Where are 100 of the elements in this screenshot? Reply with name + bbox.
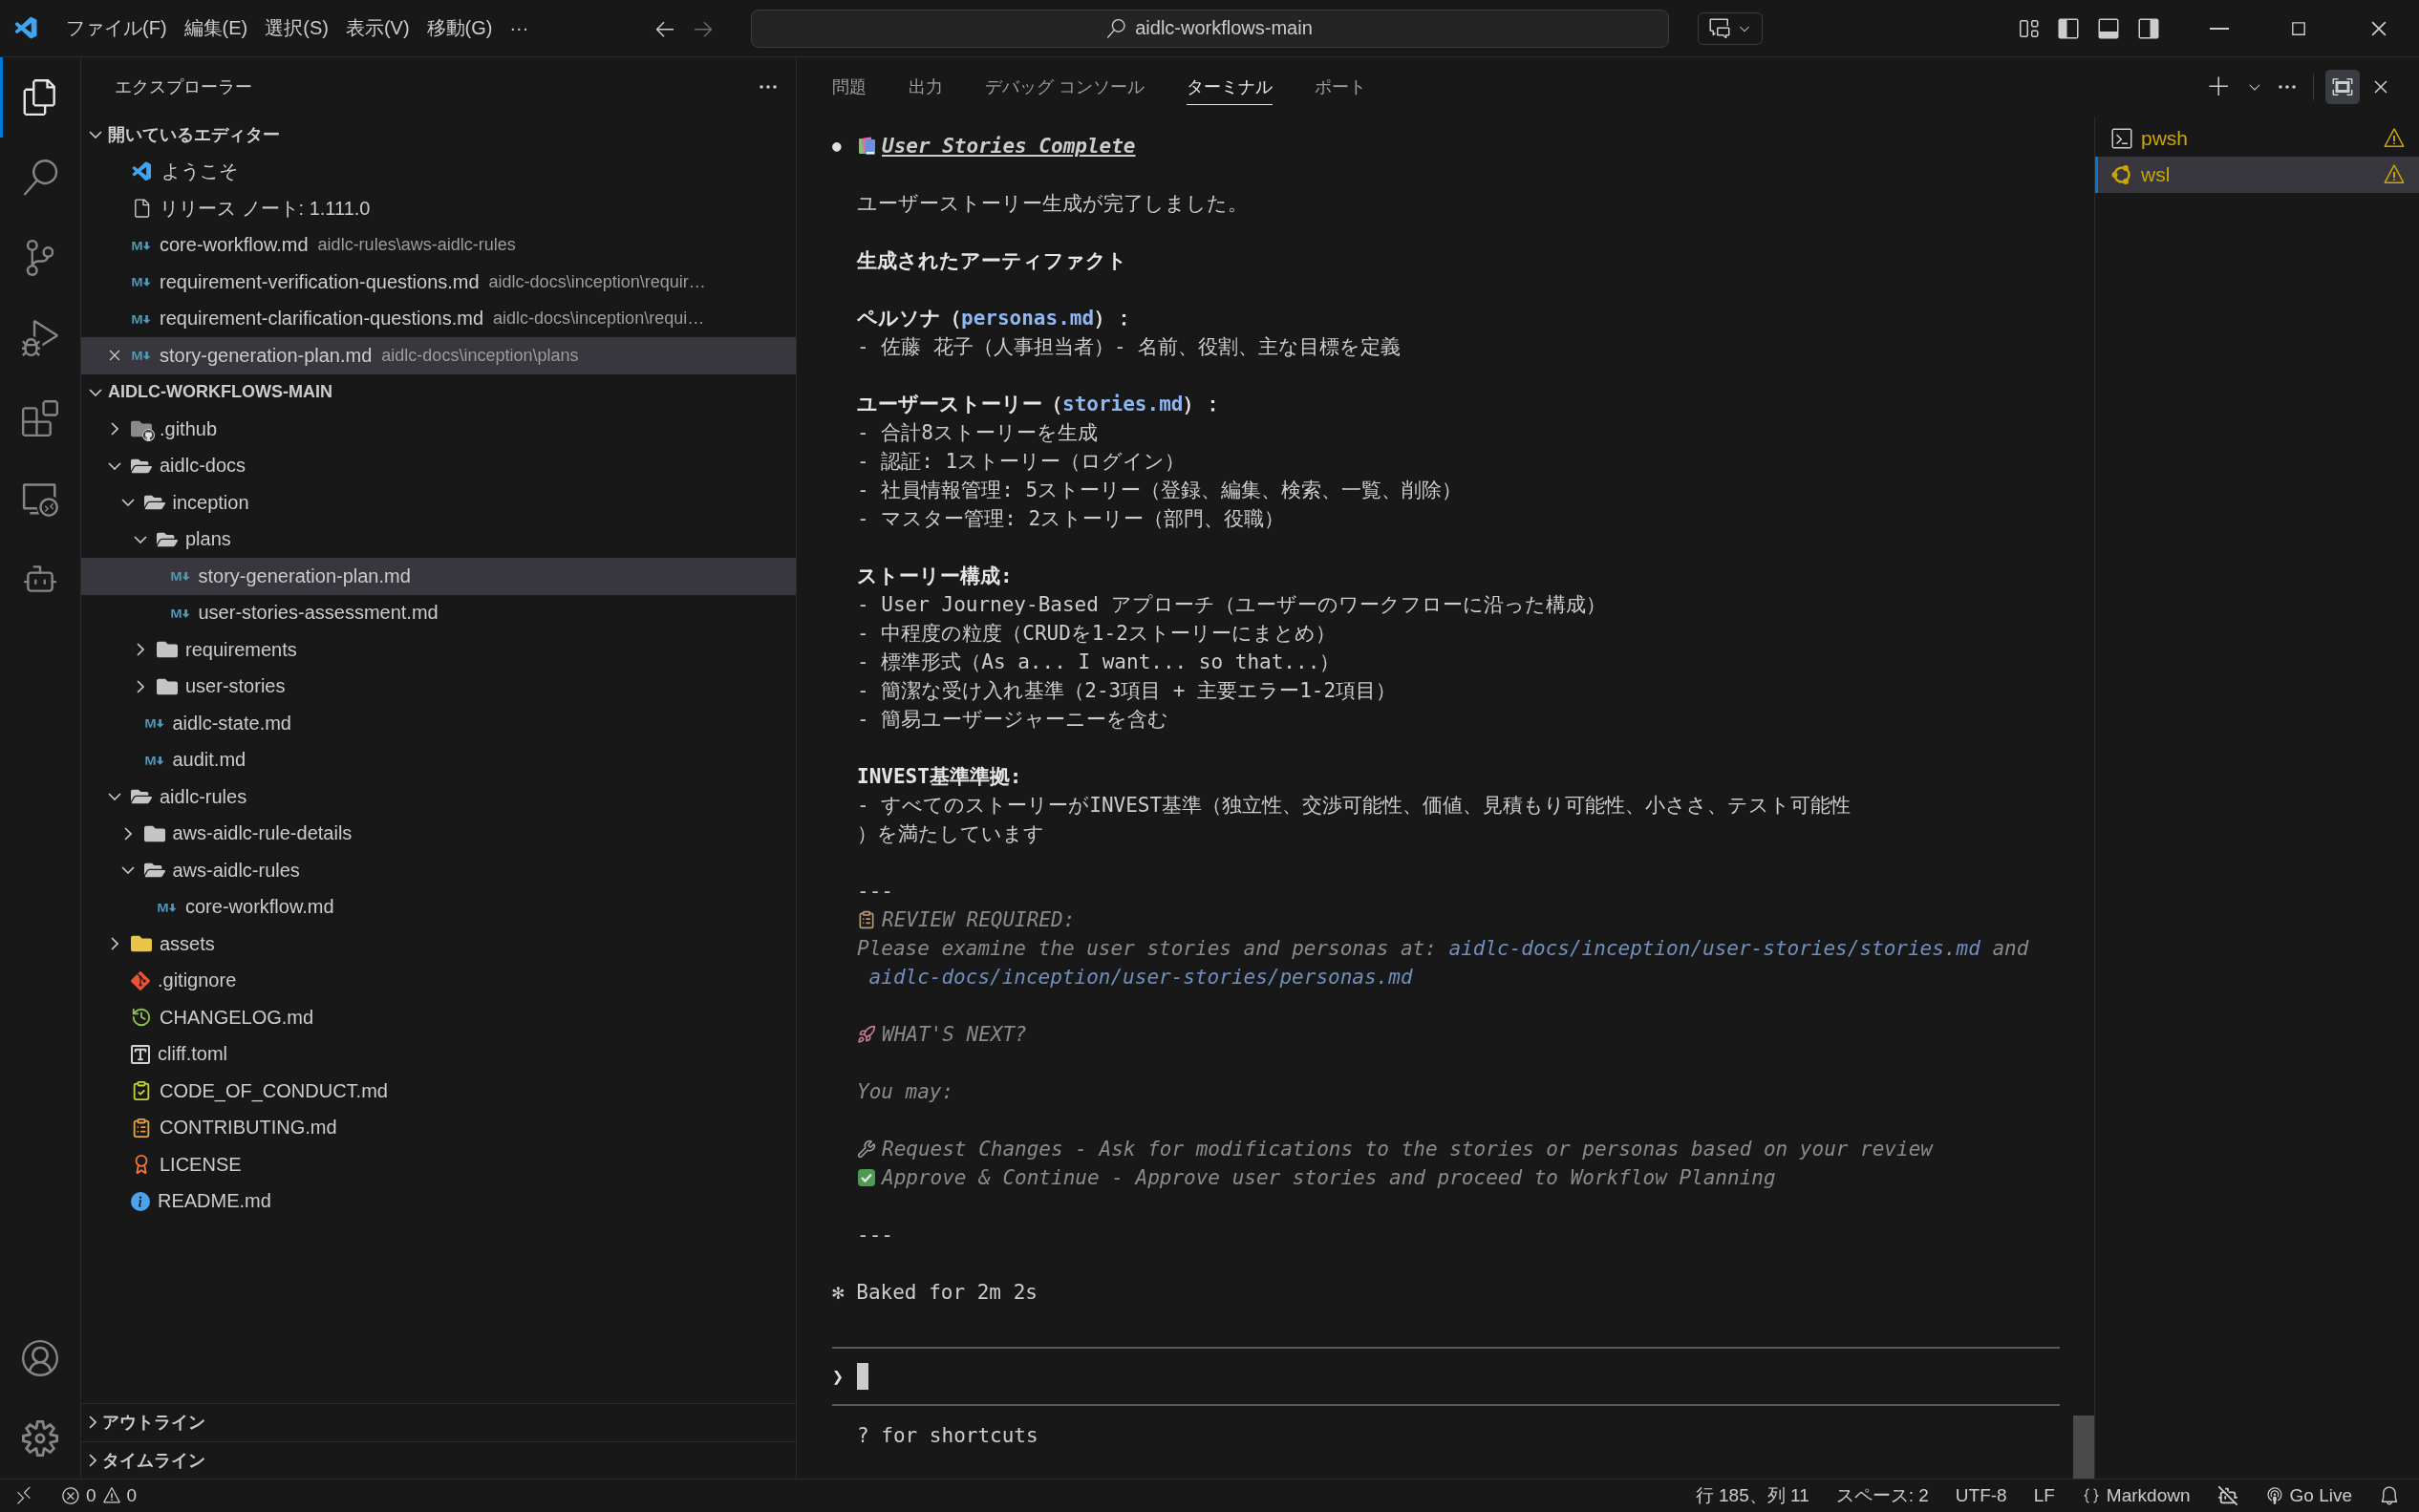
tree-item[interactable]: CHANGELOG.md: [81, 999, 796, 1036]
file-link[interactable]: personas.md: [961, 307, 1095, 330]
file-path: aidlc-docs\inception\requir…: [488, 271, 706, 292]
terminal-item[interactable]: wsl: [2095, 157, 2419, 193]
account-icon: [22, 1340, 58, 1376]
open-editor-item[interactable]: core-workflow.md aidlc-rules\aws-aidlc-rules: [81, 226, 796, 264]
sidebar-left-icon: [2057, 16, 2080, 40]
open-editor-item[interactable]: ようこそ: [81, 153, 796, 190]
text-cursor: [857, 1363, 868, 1390]
tree-item[interactable]: requirements: [81, 631, 796, 669]
open-editor-item[interactable]: requirement-verification-questions.md aidlc-docs\inception\requir…: [81, 264, 796, 301]
section-header[interactable]: タイムライン: [81, 1440, 796, 1479]
panel-tab[interactable]: ポート: [1315, 69, 1366, 105]
section-header[interactable]: 開いているエディター: [81, 117, 796, 154]
terminal-item[interactable]: pwsh: [2095, 120, 2419, 157]
tree-item[interactable]: aidlc-rules: [81, 778, 796, 816]
terminal-line: - すべてのストーリーがINVEST基準（独立性、交渉可能性、価値、見積もり可能性、小ささ、テスト可能性: [857, 793, 1852, 819]
tree-item[interactable]: aidlc-state.md: [81, 705, 796, 742]
clipboard-icon: [131, 1117, 152, 1139]
terminal-line: - 社員情報管理: 5ストーリー（登録、編集、検索、一覧、削除）: [857, 478, 1463, 503]
terminal-line: You may:: [857, 1079, 954, 1105]
menu-item[interactable]: 移動(G): [417, 11, 502, 45]
terminal-line: INVEST基準準拠:: [857, 764, 1022, 790]
tree-item[interactable]: .gitignore: [81, 962, 796, 999]
menu-item[interactable]: ファイル(F): [57, 11, 176, 45]
ubuntu-icon: [2110, 163, 2133, 186]
status-item[interactable]: Go Live: [2251, 1485, 2365, 1506]
file-link[interactable]: aidlc-docs/inception/user-stories/stories.md: [1448, 937, 1980, 960]
status-item[interactable]: スペース: 2: [1822, 1483, 1942, 1508]
tree-item[interactable]: LICENSE: [81, 1146, 796, 1183]
file-link[interactable]: stories.md: [1062, 393, 1184, 415]
more-icon[interactable]: [760, 85, 777, 89]
clipboard-check-icon: [131, 1080, 152, 1102]
terminal-line: ユーザーストーリー生成が完了しました。: [857, 191, 1248, 217]
status-item[interactable]: 行 185、列 11: [1681, 1483, 1823, 1508]
terminal-line: - 簡潔な受け入れ基準（2-3項目 + 主要エラー1-2項目）: [857, 678, 1397, 704]
remote-explorer-icon: [22, 480, 58, 517]
tree-item[interactable]: CODE_OF_CONDUCT.md: [81, 1073, 796, 1110]
terminal-line: ユーザーストーリー（stories.md）：: [857, 392, 1224, 417]
menu-item[interactable]: 選択(S): [256, 11, 337, 45]
section-header[interactable]: AIDLC-WORKFLOWS-MAIN: [81, 373, 796, 411]
tree-item[interactable]: audit.md: [81, 741, 796, 778]
panel-tab[interactable]: ターミナル: [1187, 69, 1273, 105]
tree-item[interactable]: user-stories-assessment.md: [81, 594, 796, 631]
tree-item[interactable]: CONTRIBUTING.md: [81, 1109, 796, 1146]
bullet: ●: [832, 137, 842, 155]
books-icon: [857, 136, 878, 157]
info-icon: [131, 1191, 150, 1211]
toml-icon: [131, 1044, 150, 1064]
open-editor-item[interactable]: requirement-clarification-questions.md aidlc-docs\inception\requi…: [81, 300, 796, 337]
menu-item[interactable]: 表示(V): [336, 11, 418, 45]
terminal-line: - 認証: 1ストーリー（ログイン）: [857, 449, 1186, 475]
terminal-line: Request Changes - Ask for modifications to the stories or personas based on your review: [882, 1137, 1933, 1162]
tree-item[interactable]: inception: [81, 484, 796, 522]
terminal-line: ストーリー構成:: [857, 564, 1013, 589]
bell-icon: [2379, 1485, 2400, 1506]
tree-item[interactable]: core-workflow.md: [81, 888, 796, 926]
file-path: aidlc-docs\inception\plans: [381, 345, 579, 366]
chat-button[interactable]: [1697, 11, 1763, 45]
file-link[interactable]: aidlc-docs/inception/user-stories/personas.md: [868, 966, 1413, 989]
minimize-icon: [2210, 27, 2229, 30]
tree-item[interactable]: user-stories: [81, 668, 796, 705]
open-editor-item[interactable]: リリース ノート: 1.111.0: [81, 190, 796, 227]
terminal-line: - 標準形式（As a... I want... so that...）: [857, 650, 1340, 675]
terminal-line: ✻ Baked for 2m 2s: [832, 1280, 1038, 1306]
terminal-line: Approve & Continue - Approve user stories and proceed to Workflow Planning: [882, 1165, 1776, 1191]
app-logo-icon: [131, 160, 154, 183]
tree-item[interactable]: story-generation-plan.md: [81, 558, 796, 595]
tree-item[interactable]: aidlc-docs: [81, 447, 796, 484]
open-editor-item[interactable]: story-generation-plan.md aidlc-docs\inception\plans: [81, 337, 796, 374]
tree-item[interactable]: aws-aidlc-rules: [81, 852, 796, 889]
tree-item[interactable]: assets: [81, 926, 796, 963]
status-item[interactable]: LF: [2020, 1485, 2068, 1506]
panel-tab[interactable]: 問題: [832, 69, 867, 105]
status-item[interactable]: Markdown: [2067, 1485, 2204, 1506]
menu-item[interactable]: 編集(E): [175, 11, 257, 45]
terminal-line: - マスター管理: 2ストーリー（部門、役職）: [857, 506, 1285, 532]
error-icon: [61, 1486, 80, 1505]
panel-tab[interactable]: デバッグ コンソール: [985, 69, 1145, 105]
panel-tab[interactable]: 出力: [909, 69, 943, 105]
status-item[interactable]: UTF-8: [1941, 1485, 2021, 1506]
settings-icon: [22, 1420, 58, 1457]
tree-item[interactable]: aws-aidlc-rule-details: [81, 815, 796, 852]
tree-item[interactable]: README.md: [81, 1182, 796, 1220]
terminal-line: ペルソナ（personas.md）：: [857, 306, 1135, 331]
tree-item[interactable]: .github: [81, 411, 796, 448]
file-path: aidlc-rules\aws-aidlc-rules: [317, 235, 516, 256]
tree-item[interactable]: plans: [81, 521, 796, 558]
section-header[interactable]: アウトライン: [81, 1403, 796, 1441]
github-folder-icon: [131, 418, 152, 440]
command-search-field[interactable]: aidlc-workflows-main: [750, 9, 1669, 48]
scrollbar-thumb[interactable]: [2073, 1416, 2094, 1479]
problems-button[interactable]: 0 0: [48, 1485, 151, 1506]
terminal-line: ）を満たしています: [857, 821, 1044, 847]
rocket-icon: [857, 1025, 876, 1044]
more-menu[interactable]: ···: [501, 13, 538, 43]
maximize-panel-button[interactable]: [2325, 70, 2360, 104]
search-icon: [1106, 18, 1126, 38]
terminal-line: WHAT'S NEXT?: [882, 1022, 1027, 1048]
tree-item[interactable]: cliff.toml: [81, 1035, 796, 1073]
